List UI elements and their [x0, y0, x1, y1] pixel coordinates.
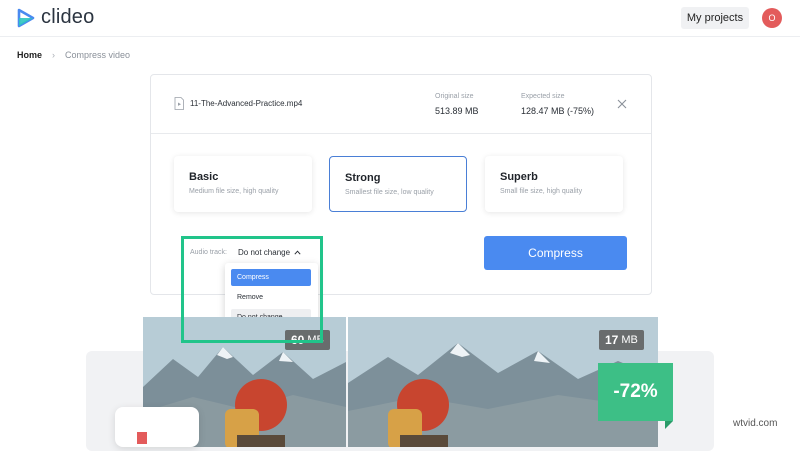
my-projects-button[interactable]: My projects — [681, 7, 749, 29]
compressed-size-unit: MB — [621, 334, 638, 346]
expected-size-value: 128.47 MB (-75%) — [521, 106, 595, 116]
option-strong[interactable]: Strong Smallest file size, low quality — [329, 156, 467, 212]
expected-size-label: Expected size — [521, 93, 565, 100]
app-tile — [115, 407, 199, 447]
close-icon[interactable] — [617, 99, 627, 109]
breadcrumb: Home › Compress video — [17, 50, 130, 60]
breadcrumb-home[interactable]: Home — [17, 50, 42, 60]
option-title: Superb — [500, 171, 538, 183]
option-subtitle: Small file size, high quality — [500, 188, 583, 195]
option-title: Basic — [189, 171, 219, 183]
video-file-icon — [174, 97, 184, 110]
option-title: Strong — [345, 172, 381, 184]
compress-button[interactable]: Compress — [484, 236, 627, 270]
play-logo-icon — [17, 8, 35, 27]
reduction-badge: -72% — [598, 363, 673, 429]
app-tile-icon — [137, 432, 147, 444]
original-size-value: 513.89 MB — [435, 106, 479, 116]
logo-text: clideo — [41, 6, 95, 28]
breadcrumb-current: Compress video — [65, 50, 131, 60]
top-header: clideo My projects O — [0, 0, 800, 37]
option-superb[interactable]: Superb Small file size, high quality — [485, 156, 623, 212]
option-subtitle: Smallest file size, low quality — [345, 189, 434, 196]
option-subtitle: Medium file size, high quality — [189, 188, 279, 195]
original-size-label: Original size — [435, 93, 474, 100]
breadcrumb-separator: › — [52, 50, 56, 60]
watermark: wtvid.com — [733, 418, 778, 429]
clideo-logo[interactable]: clideo — [17, 6, 94, 29]
file-info-row: 11-The-Advanced-Practice.mp4 Original si… — [151, 75, 651, 134]
option-basic[interactable]: Basic Medium file size, high quality — [174, 156, 312, 212]
avatar[interactable]: O — [762, 8, 782, 28]
file-name: 11-The-Advanced-Practice.mp4 — [190, 99, 303, 108]
compressed-size-number: 17 — [605, 333, 619, 347]
highlight-box — [181, 236, 323, 343]
compressed-size-badge: 17 MB — [599, 330, 644, 350]
